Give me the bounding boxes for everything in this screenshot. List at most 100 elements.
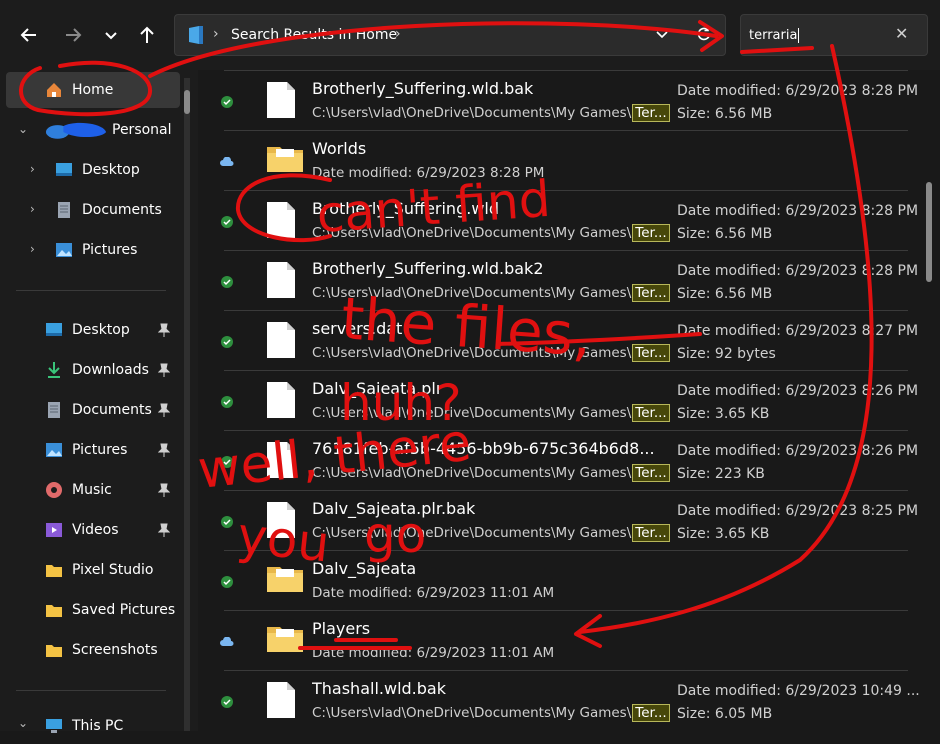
quick-access-documents[interactable]: Documents [44,392,152,428]
list-item[interactable]: servers.dat C:\Users\vlad\OneDrive\Docum… [221,310,918,370]
list-item[interactable]: 76181feb-af5b-4456-bb9b-675c364b6d8... C… [221,430,918,490]
synced-check-icon [220,515,234,533]
file-size: Size: 3.65 KB [677,526,770,542]
search-results-icon [187,25,205,49]
toolbar: › Search Results in Home › terraria ✕ [0,0,940,70]
search-input[interactable]: terraria [749,28,800,43]
pin-icon[interactable] [157,363,171,381]
refresh-button[interactable] [695,25,713,47]
chevron-right-icon[interactable]: › [30,202,35,216]
sidebar-item-pictures[interactable]: Pictures [54,232,137,268]
list-item[interactable]: Worlds Date modified: 6/29/2023 8:28 PM [220,130,908,190]
date-modified: Date modified: 6/29/2023 8:26 PM [677,443,919,459]
sidebar-item-desktop[interactable]: Desktop [54,152,140,188]
arrow-up-icon [140,26,154,43]
synced-check-icon [220,95,234,113]
file-path: C:\Users\vlad\OneDrive\Documents\My Game… [312,404,670,422]
sidebar-item-label: Home [72,82,114,98]
search-box[interactable]: terraria ✕ [740,14,928,56]
sidebar-item-label: Screenshots [72,642,158,658]
list-item[interactable]: Brotherly_Suffering.wld C:\Users\vlad\On… [221,190,918,250]
sidebar-item-label: Pictures [72,442,128,458]
chevron-down-icon[interactable]: ⌄ [18,122,28,136]
sidebar-scrollbar[interactable] [184,78,190,731]
back-button[interactable] [14,20,44,50]
chevron-down-icon [656,31,668,39]
file-path: C:\Users\vlad\OneDrive\Documents\My Game… [312,104,670,122]
quick-access-screenshots[interactable]: Screenshots [44,632,158,668]
address-dropdown-button[interactable] [655,27,669,45]
quick-access-saved-pictures[interactable]: Saved Pictures [44,592,175,628]
divider [16,290,166,291]
forward-button[interactable] [58,20,88,50]
file-icon [266,321,296,363]
pin-icon[interactable] [157,443,171,461]
sidebar-item-label: Saved Pictures [72,602,176,618]
file-size: Size: 3.65 KB [677,406,770,422]
sidebar-item-onedrive[interactable]: Personal [44,112,172,148]
file-icon [266,501,296,543]
quick-access-music[interactable]: Music [44,472,112,508]
sidebar-item-label: This PC [72,718,124,734]
sidebar-item-this-pc[interactable]: This PC [44,708,123,744]
breadcrumb-chevron[interactable]: › [395,26,401,42]
sidebar-item-documents[interactable]: Documents [54,192,162,228]
pictures-icon [54,240,74,260]
quick-access-videos[interactable]: Videos [44,512,119,548]
date-modified: Date modified: 6/29/2023 8:28 PM [677,83,919,99]
list-item[interactable]: Dalv_Sajeata.plr.bak C:\Users\vlad\OneDr… [221,490,918,550]
file-path: C:\Users\vlad\OneDrive\Documents\My Game… [312,524,670,542]
date-modified: Date modified: 6/29/2023 8:25 PM [677,503,919,519]
refresh-icon [697,27,711,41]
quick-access-pictures[interactable]: Pictures [44,432,127,468]
sidebar-item-label: Desktop [82,162,140,178]
date-modified: Date modified: 6/29/2023 8:27 PM [677,323,919,339]
onedrive-cloud-icon [44,120,108,140]
file-icon [266,681,296,723]
sidebar-item-label: Documents [82,202,162,218]
synced-check-icon [220,395,234,413]
file-icon [266,441,296,483]
recent-locations-button[interactable] [96,20,126,50]
file-path: C:\Users\vlad\OneDrive\Documents\My Game… [312,284,670,302]
file-list-scrollbar[interactable] [926,182,932,282]
breadcrumb[interactable]: Search Results in Home [231,27,397,43]
computer-icon [44,716,64,736]
file-name: Brotherly_Suffering.wld.bak2 [312,259,544,278]
file-size: Size: 223 KB [677,466,765,482]
sidebar-item-label: Videos [72,522,119,538]
file-size: Size: 6.56 MB [677,286,773,302]
up-button[interactable] [132,20,162,50]
file-icon [266,201,296,243]
chevron-down-icon[interactable]: ⌄ [18,716,28,730]
list-item[interactable]: Brotherly_Suffering.wld.bak C:\Users\vla… [221,70,918,130]
synced-check-icon [220,695,234,713]
pin-icon[interactable] [157,483,171,501]
list-item[interactable]: Players Date modified: 6/29/2023 11:01 A… [220,610,908,670]
synced-check-icon [220,575,234,593]
clear-search-icon[interactable]: ✕ [895,24,908,43]
folder-name: Worlds [312,139,367,158]
sidebar-item-home[interactable]: Home [6,72,180,108]
quick-access-desktop[interactable]: Desktop [44,312,130,348]
pin-icon[interactable] [157,323,171,341]
pin-icon[interactable] [157,403,171,421]
pin-icon[interactable] [157,523,171,541]
arrow-right-icon [66,28,82,42]
chevron-right-icon[interactable]: › [30,162,35,176]
sidebar-item-label: Documents [72,402,152,418]
list-item[interactable]: Thashall.wld.bak C:\Users\vlad\OneDrive\… [221,670,920,730]
file-size: Size: 92 bytes [677,346,776,362]
file-name: Thashall.wld.bak [312,679,446,698]
list-item[interactable]: Dalv_Sajeata.plr C:\Users\vlad\OneDrive\… [221,370,918,430]
quick-access-downloads[interactable]: Downloads [44,352,149,388]
sidebar-item-label: Music [72,482,112,498]
chevron-right-icon[interactable]: › [30,242,35,256]
synced-check-icon [220,335,234,353]
address-bar[interactable]: › Search Results in Home › [174,14,726,56]
list-item[interactable]: Dalv_Sajeata Date modified: 6/29/2023 11… [221,550,908,610]
folder-icon [266,563,304,597]
quick-access-pixel-studio[interactable]: Pixel Studio [44,552,153,588]
list-item[interactable]: Brotherly_Suffering.wld.bak2 C:\Users\vl… [221,250,918,310]
synced-check-icon [220,275,234,293]
